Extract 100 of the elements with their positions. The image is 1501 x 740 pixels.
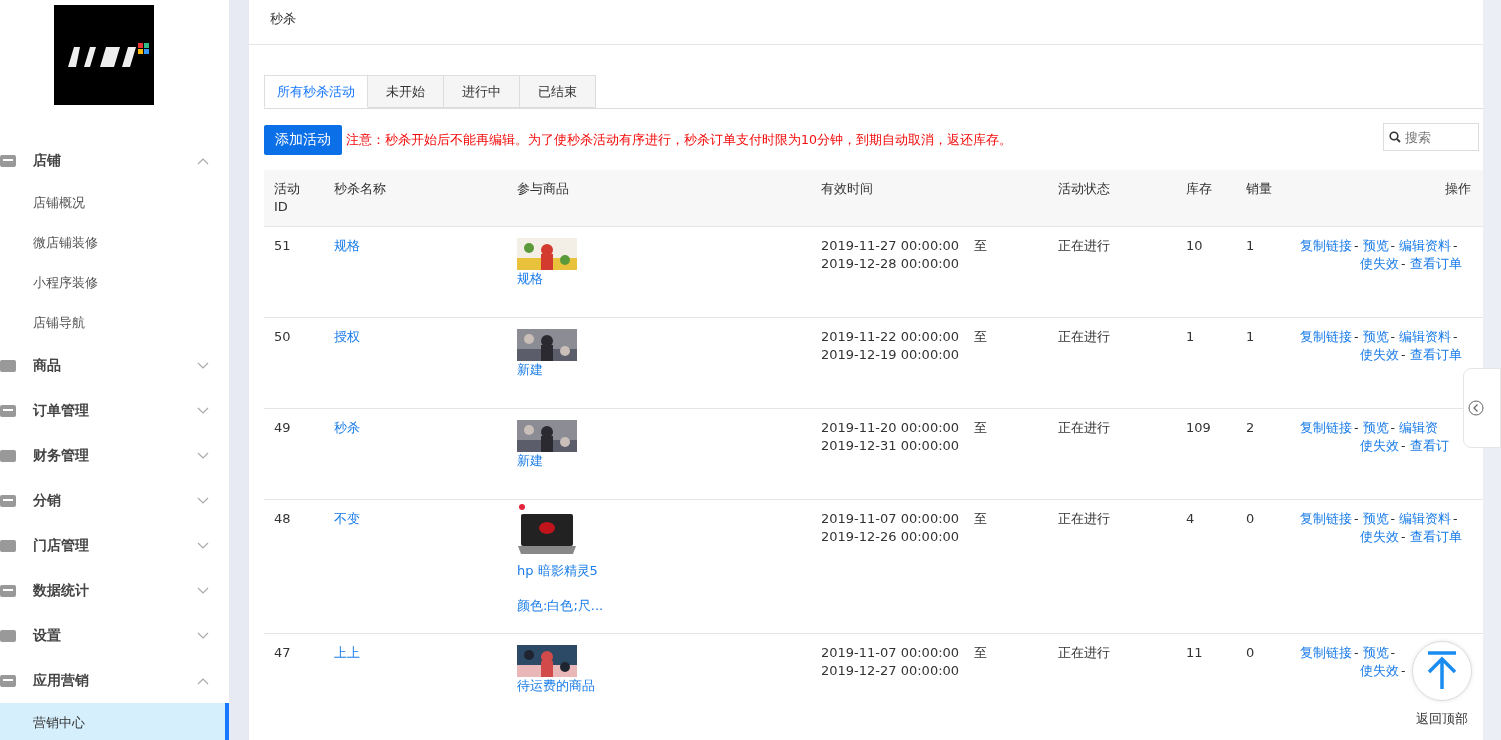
action-link[interactable]: 使失效 xyxy=(1360,255,1399,273)
add-activity-button[interactable]: 添加活动 xyxy=(264,125,342,155)
menu-item[interactable]: 营销中心 xyxy=(0,703,229,740)
action-link[interactable]: 查看订单 xyxy=(1409,255,1462,273)
to-label: 至 xyxy=(974,237,988,255)
action-link[interactable]: 预览 xyxy=(1362,328,1389,346)
action-link[interactable]: 预览 xyxy=(1362,419,1389,437)
separator: - xyxy=(1401,346,1406,364)
product-spec-link[interactable]: 颜色:白色;尺... xyxy=(517,597,811,615)
activity-name-link[interactable]: 秒杀 xyxy=(334,420,360,435)
product-title-link[interactable]: 待运费的商品 xyxy=(517,677,811,695)
to-label: 至 xyxy=(974,510,988,528)
action-link[interactable]: 编辑资料 xyxy=(1399,328,1452,346)
action-link[interactable]: 预览 xyxy=(1362,237,1389,255)
table-cell: 1 xyxy=(1236,317,1290,409)
action-link[interactable]: 复制链接 xyxy=(1300,419,1352,437)
product-title-link[interactable]: 规格 xyxy=(517,270,811,288)
table-cell: 4 xyxy=(1176,499,1236,634)
action-link[interactable]: 预览 xyxy=(1362,644,1389,662)
separator: - xyxy=(1453,328,1458,346)
table-cell: 11 xyxy=(1176,633,1236,725)
table-cell: 10 xyxy=(1176,226,1236,318)
collapse-tab[interactable] xyxy=(1463,368,1501,448)
separator: - xyxy=(1354,419,1359,437)
table-cell: 2 xyxy=(1236,408,1290,500)
menu-group[interactable]: 分销 xyxy=(0,478,229,523)
menu-group[interactable]: 门店管理 xyxy=(0,523,229,568)
activity-name-link[interactable]: 规格 xyxy=(334,238,360,253)
back-to-top-button[interactable] xyxy=(1412,641,1472,701)
menu-group[interactable]: 数据统计 xyxy=(0,568,229,613)
separator: - xyxy=(1453,510,1458,528)
action-link[interactable]: 使失效 xyxy=(1360,662,1399,680)
action-link[interactable]: 预览 xyxy=(1362,510,1389,528)
column-header: 秒杀名称 xyxy=(324,170,507,227)
menu-group[interactable]: 订单管理 xyxy=(0,388,229,433)
menu-item[interactable]: 店铺导航 xyxy=(0,303,229,343)
to-label: 至 xyxy=(974,644,988,662)
activity-name-link[interactable]: 上上 xyxy=(334,645,360,660)
chevron-icon xyxy=(197,541,209,550)
search-icon xyxy=(1389,131,1401,143)
activity-name-link[interactable]: 授权 xyxy=(334,329,360,344)
search-field[interactable]: 搜索 xyxy=(1383,123,1479,151)
menu-group[interactable]: 设置 xyxy=(0,613,229,658)
action-link[interactable]: 使失效 xyxy=(1360,437,1399,455)
tab[interactable]: 已结束 xyxy=(520,75,596,108)
end-time: 2019-12-27 00:00:00 xyxy=(821,662,960,680)
action-link[interactable]: 查看订单 xyxy=(1409,528,1462,546)
chevron-icon xyxy=(197,406,209,415)
table-cell: 50 xyxy=(264,317,324,409)
end-time: 2019-12-31 00:00:00 xyxy=(821,437,960,455)
action-link[interactable]: 复制链接 xyxy=(1300,328,1352,346)
column-header: 操作 xyxy=(1290,170,1483,227)
start-time: 2019-11-20 00:00:00 xyxy=(821,419,960,437)
menu-group[interactable]: 财务管理 xyxy=(0,433,229,478)
action-link[interactable]: 使失效 xyxy=(1360,528,1399,546)
arrow-up-icon xyxy=(1425,651,1459,691)
menu-group[interactable]: 店铺 xyxy=(0,138,229,183)
table-cell: 正在进行 xyxy=(1048,317,1176,409)
menu-item[interactable]: 微店铺装修 xyxy=(0,223,229,263)
column-header: 有效时间 xyxy=(811,170,1048,227)
chevron-icon xyxy=(197,451,209,460)
column-header: 库存 xyxy=(1176,170,1236,227)
table-cell: 47 xyxy=(264,633,324,725)
separator: - xyxy=(1401,528,1406,546)
table-cell: 48 xyxy=(264,499,324,634)
action-link[interactable]: 复制链接 xyxy=(1300,237,1352,255)
action-link[interactable]: 查看订 xyxy=(1409,437,1449,455)
tab[interactable]: 未开始 xyxy=(368,75,444,108)
menu-item[interactable]: 小程序装修 xyxy=(0,263,229,303)
start-time: 2019-11-07 00:00:00 xyxy=(821,644,960,662)
menu-group[interactable]: 商品 xyxy=(0,343,229,388)
action-link[interactable]: 查看订单 xyxy=(1409,346,1462,364)
chevron-icon xyxy=(197,496,209,505)
table-cell: 正在进行 xyxy=(1048,408,1176,500)
start-time: 2019-11-07 00:00:00 xyxy=(821,510,960,528)
table-cell: 49 xyxy=(264,408,324,500)
collapse-icon xyxy=(1468,400,1484,416)
table-cell: 0 xyxy=(1236,499,1290,634)
separator: - xyxy=(1390,328,1396,346)
menu-group[interactable]: 应用营销 xyxy=(0,658,229,703)
tab[interactable]: 所有秒杀活动 xyxy=(264,75,368,108)
separator: - xyxy=(1401,437,1406,455)
action-link[interactable]: 使失效 xyxy=(1360,346,1399,364)
action-link[interactable]: 复制链接 xyxy=(1300,510,1352,528)
action-link[interactable]: 编辑资料 xyxy=(1399,510,1452,528)
chevron-icon xyxy=(197,586,209,595)
tab[interactable]: 进行中 xyxy=(444,75,520,108)
table-cell: 0 xyxy=(1236,633,1290,725)
to-label: 至 xyxy=(974,419,988,437)
action-link[interactable]: 复制链接 xyxy=(1300,644,1352,662)
product-title-link[interactable]: 新建 xyxy=(517,361,811,379)
action-link[interactable]: 编辑资料 xyxy=(1399,237,1452,255)
activity-name-link[interactable]: 不变 xyxy=(334,511,360,526)
to-label: 至 xyxy=(974,328,988,346)
separator: - xyxy=(1453,237,1458,255)
start-time: 2019-11-27 00:00:00 xyxy=(821,237,960,255)
menu-item[interactable]: 店铺概况 xyxy=(0,183,229,223)
product-title-link[interactable]: 新建 xyxy=(517,452,811,470)
action-link[interactable]: 编辑资 xyxy=(1399,419,1439,437)
product-title-link[interactable]: hp 暗影精灵5 xyxy=(517,562,811,580)
